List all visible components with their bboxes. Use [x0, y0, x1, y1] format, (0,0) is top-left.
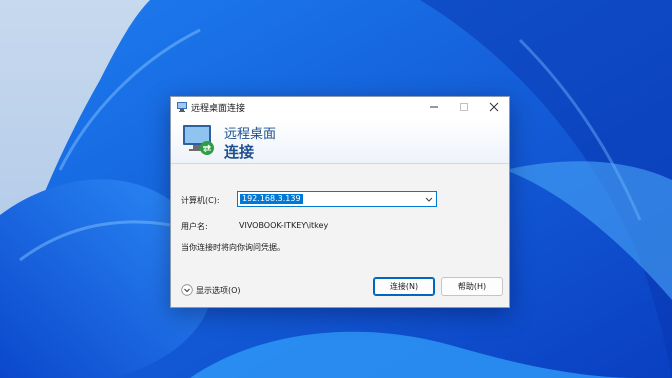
- minimize-button[interactable]: [419, 97, 449, 117]
- remote-desktop-icon: [183, 125, 214, 155]
- chevron-down-icon[interactable]: [424, 195, 434, 204]
- computer-input[interactable]: 192.168.3.139: [240, 194, 303, 204]
- computer-combobox[interactable]: 192.168.3.139: [237, 191, 437, 207]
- header-title-line2: 连接: [224, 143, 255, 161]
- remote-desktop-small-icon: [177, 102, 187, 112]
- credentials-note: 当你连接时将向你询问凭据。: [181, 243, 285, 252]
- window-title: 远程桌面连接: [191, 104, 246, 114]
- connect-button[interactable]: 连接(N): [373, 277, 435, 296]
- help-button[interactable]: 帮助(H): [441, 277, 503, 296]
- username-label: 用户名:: [181, 222, 208, 231]
- show-options-toggle[interactable]: 显示选项(O): [181, 283, 241, 297]
- maximize-icon: [460, 103, 468, 111]
- header-title-line1: 远程桌面: [224, 127, 277, 142]
- computer-label: 计算机(C):: [181, 196, 220, 205]
- username-value: VIVOBOOK-ITKEY\itkey: [239, 221, 329, 230]
- maximize-button[interactable]: [449, 97, 479, 117]
- dialog-header: 远程桌面 连接: [171, 117, 509, 163]
- title-bar[interactable]: 远程桌面连接: [171, 97, 509, 117]
- close-icon: [489, 102, 499, 112]
- header-divider: [171, 163, 509, 164]
- expand-circle-icon: [181, 284, 193, 296]
- minimize-icon: [430, 106, 438, 108]
- remote-desktop-dialog: 远程桌面连接 远程桌面 连接 计算机(C): 192.168.3.139 用户名…: [170, 96, 510, 308]
- close-button[interactable]: [479, 97, 509, 117]
- show-options-label: 显示选项(O): [196, 285, 241, 295]
